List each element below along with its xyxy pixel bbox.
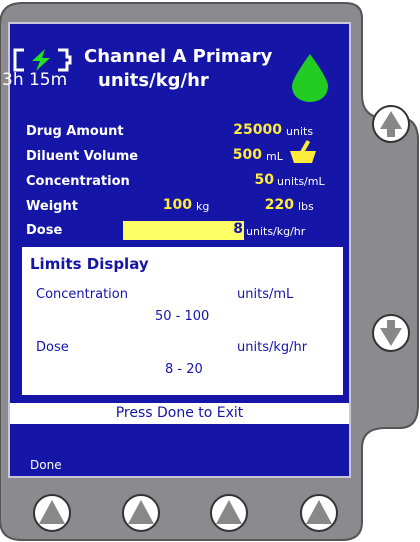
drug-amount-label: Drug Amount (26, 124, 124, 139)
limits-display-panel: Limits Display Concentration units/mL 50… (20, 245, 345, 397)
dose-value[interactable]: 8 (225, 221, 243, 237)
elapsed-time: 3h 15m (2, 70, 68, 90)
concentration-value[interactable]: 50 (246, 172, 274, 188)
concentration-unit: units/mL (277, 175, 325, 188)
mortar-pestle-icon (290, 140, 316, 163)
weight-lbs-value[interactable]: 220 (254, 197, 294, 213)
diluent-volume-unit: mL (266, 150, 283, 163)
diluent-volume-label: Diluent Volume (26, 149, 139, 164)
drug-amount-value[interactable]: 25000 (232, 122, 282, 138)
softkey-done-label: Done (30, 458, 62, 472)
weight-lbs-unit: lbs (298, 200, 314, 213)
weight-kg-unit: kg (196, 200, 210, 213)
drug-amount-unit: units (286, 125, 314, 138)
limit-dose-unit: units/kg/hr (237, 340, 308, 355)
limit-dose-range: 8 - 20 (165, 362, 203, 377)
softkey-2-button[interactable] (121, 493, 161, 533)
dose-label: Dose (26, 223, 63, 238)
dose-unit: units/kg/hr (246, 225, 306, 238)
limit-concentration-label: Concentration (36, 287, 128, 302)
limit-dose-label: Dose (36, 340, 69, 355)
softkey-4-button[interactable] (299, 493, 339, 533)
limits-title: Limits Display (30, 255, 149, 273)
diluent-volume-value[interactable]: 500 (232, 147, 262, 163)
weight-label: Weight (26, 199, 78, 214)
weight-kg-value[interactable]: 100 (152, 197, 192, 213)
limit-concentration-unit: units/mL (237, 287, 294, 302)
exit-prompt: Press Done to Exit (10, 403, 349, 424)
down-arrow-button[interactable] (371, 313, 411, 353)
dose-units-title: units/kg/hr (98, 70, 209, 91)
up-arrow-button[interactable] (371, 104, 411, 144)
softkey-1-button[interactable] (32, 493, 72, 533)
channel-title: Channel A Primary (84, 46, 273, 67)
limit-concentration-range: 50 - 100 (155, 309, 210, 324)
fluid-drop-icon (292, 54, 328, 102)
softkey-3-button[interactable] (209, 493, 249, 533)
concentration-label: Concentration (26, 174, 130, 189)
